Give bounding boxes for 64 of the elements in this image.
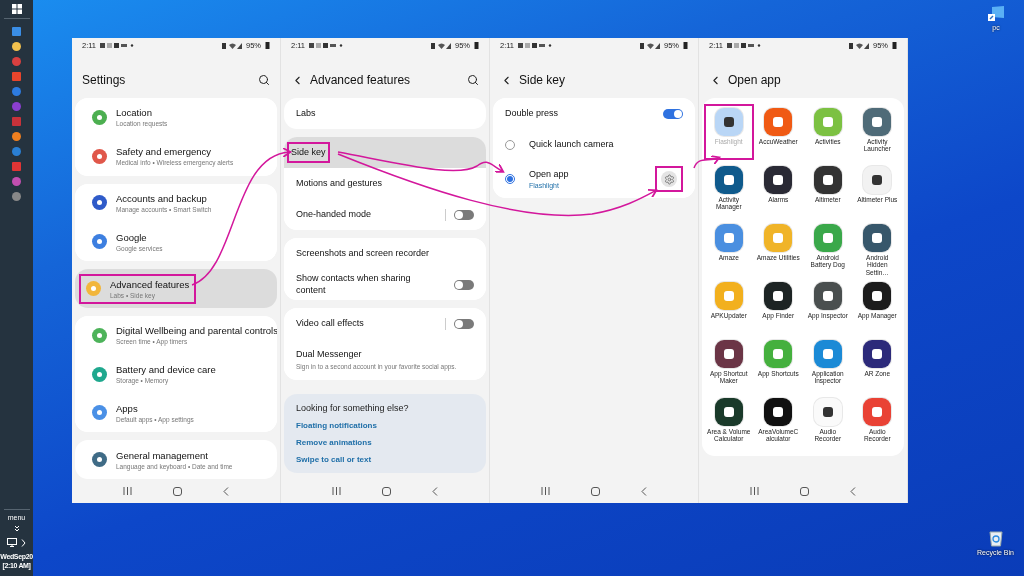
option-label: Open app [529,168,569,181]
home-icon[interactable] [591,486,600,496]
search-icon[interactable] [467,74,479,86]
item-title: Google [116,231,148,243]
toggle-switch[interactable] [454,209,474,220]
toggle-switch[interactable] [454,318,474,329]
home-icon[interactable] [382,486,391,496]
recents-icon[interactable] [749,487,759,495]
item-title: Battery and device care [116,364,216,376]
recents-icon[interactable] [540,487,550,495]
item-title: Apps [116,402,139,414]
battery-icon [265,41,270,49]
item-label: Labs [296,107,316,120]
item-label: Motions and gestures [296,177,383,190]
item-title: Accounts and backup [116,192,208,204]
home-icon[interactable] [173,486,182,496]
home-icon[interactable] [800,486,809,496]
settings-button[interactable] [661,171,677,187]
monitor-icon[interactable] [7,538,17,548]
suggestion-link[interactable]: Swipe to call or text [296,455,474,464]
item-title: General management [116,449,209,461]
item-label: One-handed mode [296,208,372,221]
recents-icon[interactable] [331,487,341,495]
item-title: Digital Wellbeing and parental controls [116,325,277,337]
item-label: Video call effects [296,317,364,330]
search-icon[interactable] [258,74,270,86]
signal-icons [640,41,660,49]
item-label: Show contacts when sharing content [296,273,412,296]
screen-title: Side key [519,73,566,87]
battery-icon [683,41,688,49]
screen-title: Advanced features [310,73,411,87]
chevron-right-icon[interactable] [21,538,26,547]
expand-icon[interactable] [13,525,20,533]
item-title: Advanced features [110,278,190,290]
toggle-switch[interactable] [663,108,683,119]
computer-icon[interactable] [987,6,1005,22]
notification-icons [100,41,135,49]
toggle-switch[interactable] [454,279,474,290]
item-title: Safety and emergency [116,146,213,158]
notification-icons [727,41,762,49]
item-title: Location [116,107,153,119]
suggestion-link[interactable]: Remove animations [296,438,474,447]
signal-icons [431,41,451,49]
screen-title: Settings [82,73,126,87]
battery-icon [892,41,897,49]
radio-button[interactable] [505,174,515,184]
item-label: Double press [505,107,559,120]
option-label: Quick launch camera [529,138,614,151]
signal-icons [222,41,242,49]
item-label: Dual Messenger [296,349,363,361]
screen-title: Open app [728,73,781,87]
signal-icons [849,41,869,49]
recents-icon[interactable] [122,487,132,495]
suggestions-title: Looking for something else? [296,403,410,413]
notification-icons [518,41,553,49]
suggestion-link[interactable]: Floating notifications [296,421,474,430]
menu-item[interactable]: Side key [284,137,486,168]
arrow [693,154,721,169]
item-label: Screenshots and screen recorder [296,247,430,260]
start-icon[interactable] [11,4,22,14]
battery-icon [474,41,479,49]
notification-icons [309,41,344,49]
item-label: Side key [287,142,330,163]
recycle-bin-icon[interactable] [988,530,1003,547]
